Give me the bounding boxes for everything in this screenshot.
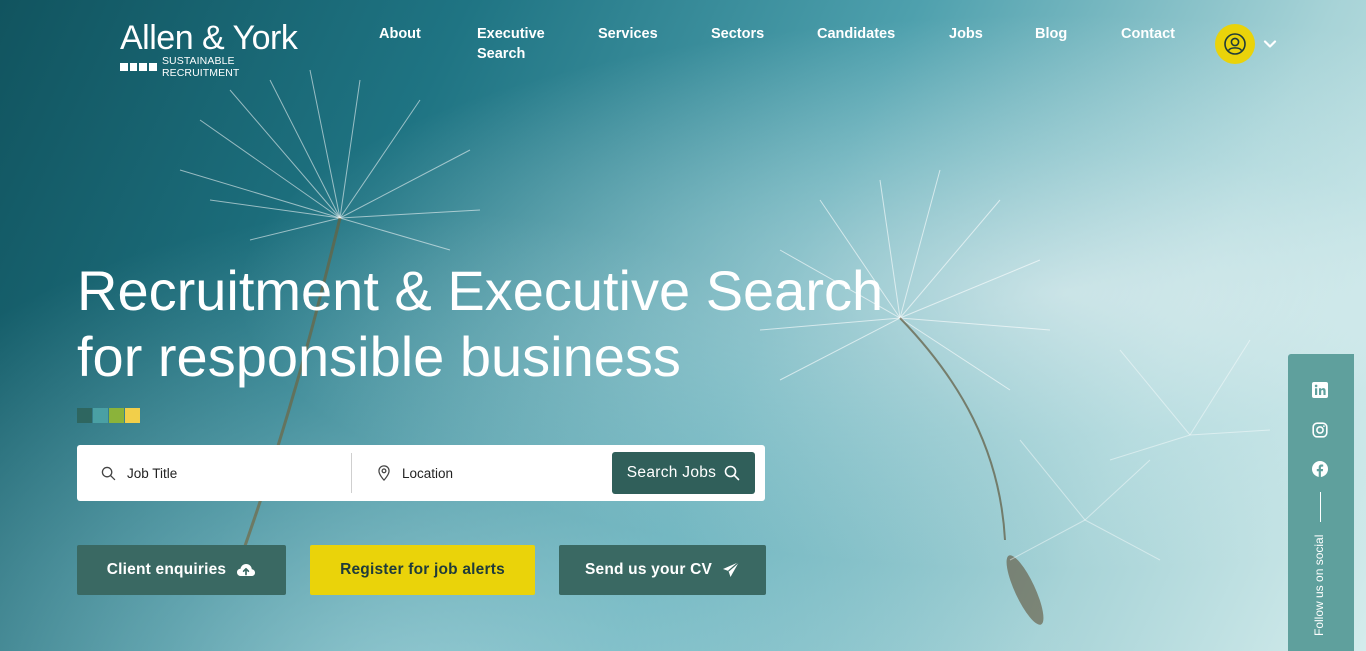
nav-item-jobs[interactable]: Jobs xyxy=(949,24,983,44)
client-enquiries-label: Client enquiries xyxy=(106,561,227,578)
swatch xyxy=(109,408,124,423)
location-input[interactable] xyxy=(400,464,604,482)
search-divider xyxy=(351,453,352,493)
map-pin-icon xyxy=(378,465,390,481)
nav-item-candidates[interactable]: Candidates xyxy=(817,24,895,44)
brand-tagline: SUSTAINABLE RECRUITMENT xyxy=(161,55,240,79)
brand-logo[interactable]: Allen & York SUSTAINABLE RECRUITMENT xyxy=(120,19,310,79)
cloud-upload-icon xyxy=(237,564,256,576)
swatch xyxy=(125,408,140,423)
brand-tagline-row: SUSTAINABLE RECRUITMENT xyxy=(120,55,310,79)
hero-title: Recruitment & Executive Search for respo… xyxy=(77,258,883,390)
user-circle-icon xyxy=(1224,33,1246,55)
job-search-bar: Search Jobs xyxy=(77,445,765,501)
nav-item-about[interactable]: About xyxy=(379,24,421,44)
register-job-alerts-label: Register for job alerts xyxy=(340,561,505,578)
search-icon xyxy=(724,465,740,481)
nav-item-sectors[interactable]: Sectors xyxy=(711,24,764,44)
send-cv-label: Send us your CV xyxy=(584,561,713,578)
hero-title-line-1: Recruitment & Executive Search xyxy=(77,259,884,322)
register-job-alerts-button[interactable]: Register for job alerts xyxy=(310,545,535,595)
facebook-icon[interactable] xyxy=(1312,461,1328,477)
nav-item-executive-search[interactable]: Executive Search xyxy=(477,24,557,64)
logo-square-icon xyxy=(120,63,128,71)
send-cv-button[interactable]: Send us your CV xyxy=(559,545,766,595)
follow-us-label: Follow us on social xyxy=(1312,534,1326,636)
linkedin-icon[interactable] xyxy=(1312,382,1328,398)
brand-color-swatches xyxy=(77,408,141,423)
nav-item-contact[interactable]: Contact xyxy=(1121,24,1175,44)
location-field xyxy=(377,453,604,493)
job-title-field xyxy=(101,453,329,493)
nav-item-blog[interactable]: Blog xyxy=(1035,24,1067,44)
search-icon xyxy=(101,466,116,480)
social-sidebar: Follow us on social xyxy=(1288,354,1354,651)
swatch xyxy=(93,408,108,423)
nav-item-services[interactable]: Services xyxy=(598,24,658,44)
logo-square-icon xyxy=(129,63,138,71)
hero-title-line-2: for responsible business xyxy=(77,325,681,388)
paper-plane-icon xyxy=(723,561,740,577)
brand-name: Allen & York xyxy=(120,19,298,57)
job-title-input[interactable] xyxy=(125,464,329,482)
swatch xyxy=(77,408,92,423)
social-divider-line xyxy=(1320,492,1321,522)
client-enquiries-button[interactable]: Client enquiries xyxy=(77,545,286,595)
search-jobs-button[interactable]: Search Jobs xyxy=(612,452,755,494)
search-jobs-label: Search Jobs xyxy=(626,464,717,481)
instagram-icon[interactable] xyxy=(1312,422,1328,438)
logo-square-icon xyxy=(149,63,157,71)
account-button[interactable] xyxy=(1215,24,1255,64)
logo-square-icon xyxy=(139,63,148,71)
chevron-down-icon[interactable] xyxy=(1262,36,1278,52)
